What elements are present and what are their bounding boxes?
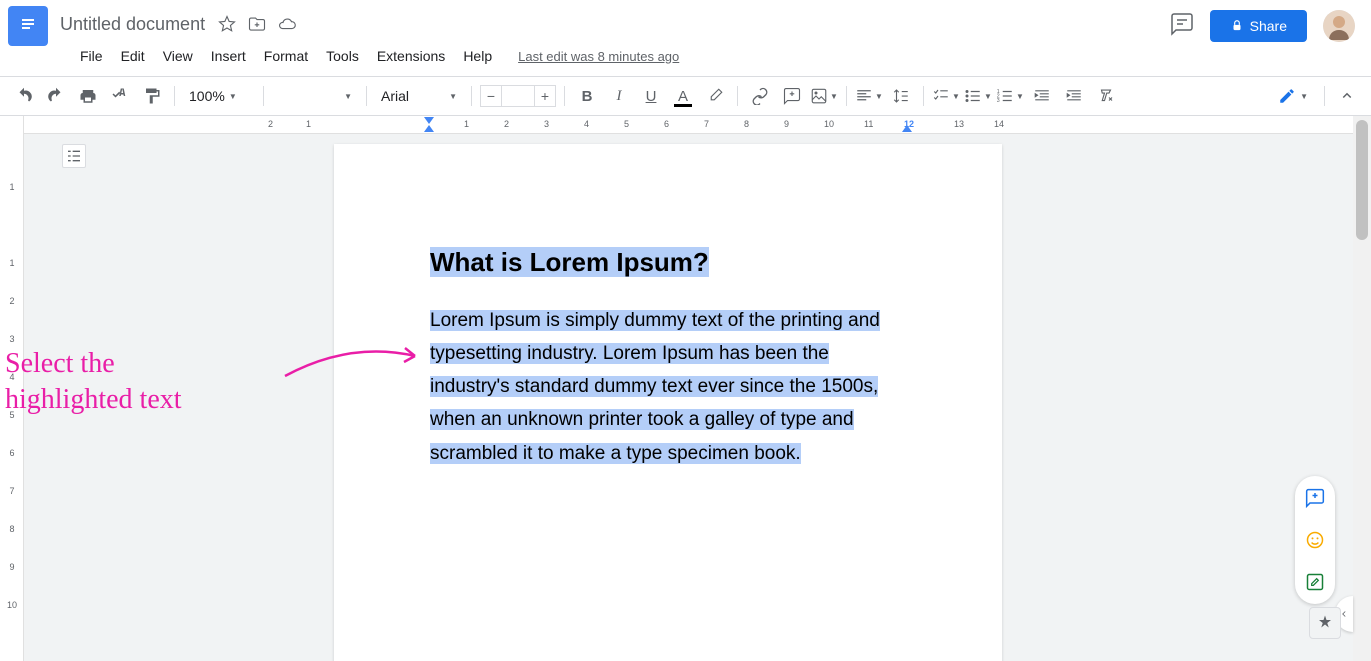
- font-size-decrease[interactable]: −: [480, 85, 502, 107]
- body-text[interactable]: Lorem Ipsum is simply dummy text of the …: [430, 310, 880, 464]
- header: Untitled document Share: [0, 0, 1371, 44]
- vruler-mark: 8: [2, 524, 22, 534]
- vruler-mark: 3: [2, 334, 22, 344]
- print-button[interactable]: [74, 82, 102, 110]
- vruler-mark: 2: [2, 296, 22, 306]
- checklist-button[interactable]: ▼: [932, 82, 960, 110]
- clear-formatting-button[interactable]: [1092, 82, 1120, 110]
- title-area: Untitled document: [60, 14, 1170, 37]
- hide-menus-button[interactable]: [1333, 82, 1361, 110]
- star-icon[interactable]: [218, 15, 236, 38]
- vruler-mark: 1: [2, 258, 22, 268]
- comment-sidebar: [1295, 476, 1335, 604]
- document-body[interactable]: What is Lorem Ipsum? Lorem Ipsum is simp…: [430, 240, 906, 470]
- menu-view[interactable]: View: [155, 44, 201, 68]
- underline-button[interactable]: U: [637, 82, 665, 110]
- suggest-edit-bubble[interactable]: [1301, 568, 1329, 596]
- menu-insert[interactable]: Insert: [203, 44, 254, 68]
- editing-mode-button[interactable]: ▼: [1270, 83, 1316, 109]
- document-page[interactable]: What is Lorem Ipsum? Lorem Ipsum is simp…: [334, 144, 1002, 661]
- explore-button[interactable]: [1309, 607, 1341, 639]
- link-button[interactable]: [746, 82, 774, 110]
- toolbar: 100%▼ ▼ Arial▼ − + B I U A ▼ ▼ ▼ ▼ 123▼ …: [0, 76, 1371, 116]
- bulleted-list-button[interactable]: ▼: [964, 82, 992, 110]
- vertical-scrollbar[interactable]: [1353, 116, 1371, 661]
- document-title[interactable]: Untitled document: [60, 14, 205, 35]
- vruler-mark: 1: [2, 182, 22, 192]
- bold-button[interactable]: B: [573, 82, 601, 110]
- menu-tools[interactable]: Tools: [318, 44, 367, 68]
- add-comment-bubble[interactable]: [1301, 484, 1329, 512]
- share-button[interactable]: Share: [1210, 10, 1307, 42]
- content-area: 1 1 2 3 4 5 6 7 8 9 10 2 1 1 2 3 4 5 6 7…: [0, 116, 1371, 661]
- spellcheck-button[interactable]: [106, 82, 134, 110]
- user-avatar[interactable]: [1323, 10, 1355, 42]
- annotation-text: Select the highlighted text: [5, 346, 182, 419]
- docs-logo[interactable]: [8, 6, 48, 46]
- scrollbar-thumb[interactable]: [1356, 120, 1368, 240]
- decrease-indent-button[interactable]: [1028, 82, 1056, 110]
- outline-toggle-button[interactable]: [62, 144, 86, 168]
- image-button[interactable]: ▼: [810, 82, 838, 110]
- move-icon[interactable]: [248, 15, 266, 38]
- styles-select[interactable]: ▼: [272, 83, 358, 109]
- vruler-mark: 9: [2, 562, 22, 572]
- annotation-arrow: [280, 336, 430, 386]
- vruler-mark: 10: [2, 600, 22, 610]
- vruler-mark: 7: [2, 486, 22, 496]
- font-size-group: − +: [480, 85, 556, 107]
- add-comment-button[interactable]: [778, 82, 806, 110]
- svg-text:3: 3: [997, 98, 1000, 104]
- last-edit-link[interactable]: Last edit was 8 minutes ago: [518, 49, 679, 64]
- undo-button[interactable]: [10, 82, 38, 110]
- zoom-value: 100%: [189, 88, 225, 104]
- emoji-reaction-bubble[interactable]: [1301, 526, 1329, 554]
- font-select[interactable]: Arial▼: [375, 83, 463, 109]
- document-scroll[interactable]: What is Lorem Ipsum? Lorem Ipsum is simp…: [24, 116, 1371, 661]
- vruler-mark: 6: [2, 448, 22, 458]
- italic-button[interactable]: I: [605, 82, 633, 110]
- zoom-select[interactable]: 100%▼: [183, 83, 255, 109]
- redo-button[interactable]: [42, 82, 70, 110]
- annotation-line2: highlighted text: [5, 382, 182, 418]
- increase-indent-button[interactable]: [1060, 82, 1088, 110]
- align-button[interactable]: ▼: [855, 82, 883, 110]
- line-spacing-button[interactable]: [887, 82, 915, 110]
- menu-format[interactable]: Format: [256, 44, 316, 68]
- menu-edit[interactable]: Edit: [113, 44, 153, 68]
- annotation-line1: Select the: [5, 346, 182, 382]
- font-value: Arial: [381, 88, 409, 104]
- menubar: File Edit View Insert Format Tools Exten…: [0, 44, 1371, 76]
- paint-format-button[interactable]: [138, 82, 166, 110]
- menu-help[interactable]: Help: [455, 44, 500, 68]
- font-size-input[interactable]: [502, 85, 534, 107]
- numbered-list-button[interactable]: 123▼: [996, 82, 1024, 110]
- cloud-status-icon[interactable]: [278, 15, 296, 38]
- menu-extensions[interactable]: Extensions: [369, 44, 453, 68]
- comment-history-icon[interactable]: [1170, 12, 1194, 41]
- text-color-button[interactable]: A: [669, 82, 697, 110]
- menu-file[interactable]: File: [72, 44, 111, 68]
- heading-text[interactable]: What is Lorem Ipsum?: [430, 247, 709, 277]
- share-label: Share: [1250, 18, 1287, 34]
- highlight-button[interactable]: [701, 82, 729, 110]
- font-size-increase[interactable]: +: [534, 85, 556, 107]
